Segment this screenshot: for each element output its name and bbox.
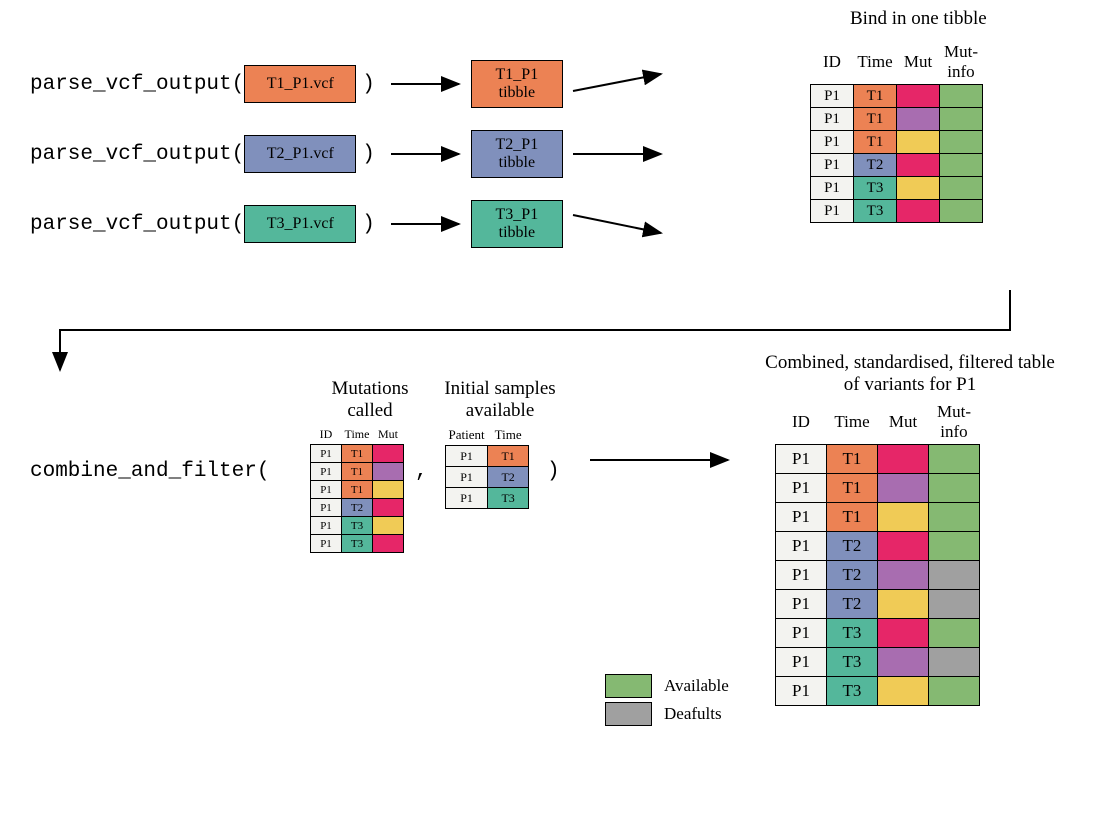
vcf-file-2: T2_P1.vcf [244,135,356,173]
arrow-icon [580,450,740,470]
mutations-called-table: IDTimeMutP1T1P1T1P1T1P1T2P1T3P1T3 [310,425,404,553]
tibble-1: T1_P1tibble [471,60,563,108]
arrow-icon [563,144,673,164]
swatch-available [605,674,652,698]
close-paren-3: ) [362,213,375,236]
legend: Available Deafults [605,670,729,730]
combine-func-label: combine_and_filter( [30,460,269,483]
mut-title: Mutations called [310,378,430,422]
legend-defaults: Deafults [605,702,729,726]
parse-func-label-3: parse_vcf_output( [30,213,244,236]
bound-tibble-table: IDTimeMutMut-infoP1T1P1T1P1T1P1T2P1T3P1T… [810,40,983,223]
final-title: Combined, standardised, filtered table o… [760,352,1060,396]
arrow-icon [381,214,471,234]
combine-filter-section: combine_and_filter( Mutations called IDT… [30,390,1065,810]
arrow-icon [563,69,673,99]
close-paren-1: ) [362,73,375,96]
legend-available: Available [605,674,729,698]
arrow-icon [381,74,471,94]
vcf-file-1: T1_P1.vcf [244,65,356,103]
arrow-icon [381,144,471,164]
comma: , [415,460,428,483]
final-table: IDTimeMutMut-infoP1T1P1T1P1T1P1T2P1T2P1T… [775,400,980,706]
bind-title: Bind in one tibble [850,8,987,30]
samp-title: Initial samples available [430,378,570,422]
arrow-icon [563,209,673,239]
close-paren-2: ) [362,143,375,166]
tibble-2: T2_P1tibble [471,130,563,178]
tibble-3: T3_P1tibble [471,200,563,248]
parse-func-label-1: parse_vcf_output( [30,73,244,96]
swatch-defaults [605,702,652,726]
initial-samples-table: PatientTimeP1T1P1T2P1T3 [445,425,529,509]
close-paren-combine: ) [547,460,560,483]
parse-vcf-section: Bind in one tibble parse_vcf_output( T1_… [30,30,1065,290]
vcf-file-3: T3_P1.vcf [244,205,356,243]
parse-func-label-2: parse_vcf_output( [30,143,244,166]
